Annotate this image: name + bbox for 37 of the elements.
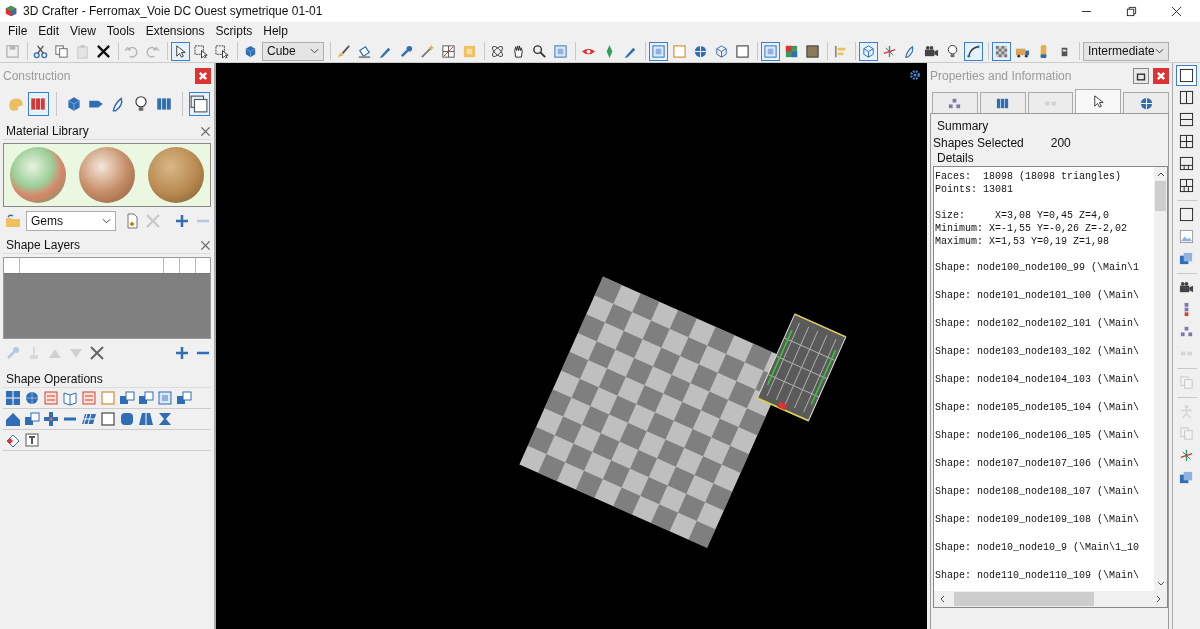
section-title: Material Library bbox=[6, 124, 89, 138]
menu-item[interactable]: Edit bbox=[33, 24, 66, 38]
details-line: Shape: node102_node102_101 (\Main\ bbox=[935, 317, 1140, 330]
details-line: Shape: node108_node108_107 (\Main\ bbox=[935, 485, 1140, 498]
details-line: Shape: node107_node107_106 (\Main\ bbox=[935, 457, 1140, 470]
dropdown[interactable]: Intermediate bbox=[1083, 41, 1169, 61]
window-title: 3D Crafter - Ferromax_Voie DC Ouest symetrique 01-01 bbox=[23, 4, 323, 18]
menu-item[interactable]: View bbox=[65, 24, 102, 38]
details-line: Shape: node104_node104_103 (\Main\ bbox=[935, 373, 1140, 386]
section-title: Summary bbox=[936, 119, 990, 134]
menu-item[interactable]: Scripts bbox=[210, 24, 259, 38]
details-line: Shape: node10_node10_9 (\Main\1_10 bbox=[935, 541, 1140, 554]
details-line: Faces: 18098 (18098 triangles) bbox=[935, 170, 1122, 183]
menu-item[interactable]: Extensions bbox=[140, 24, 211, 38]
category-dropdown[interactable]: Gems bbox=[26, 211, 116, 231]
section-title: Shape Operations bbox=[6, 372, 103, 386]
menu-item[interactable]: Tools bbox=[101, 24, 141, 38]
details-line: Shape: node109_node109_108 (\Main\ bbox=[935, 513, 1140, 526]
section-title: Details bbox=[936, 151, 975, 166]
field-value: 200 bbox=[1050, 135, 1071, 150]
section-title: Shape Layers bbox=[6, 238, 81, 252]
menu-item[interactable]: File bbox=[3, 24, 34, 38]
details-line: Size: X=3,08 Y=0,45 Z=4,0 bbox=[935, 209, 1110, 222]
details-line: Minimum: X=-1,55 Y=-0,26 Z=-2,02 bbox=[935, 222, 1128, 235]
field-label: Shapes Selected bbox=[933, 135, 1024, 150]
details-line: Shape: node106_node106_105 (\Main\ bbox=[935, 429, 1140, 442]
details-line: Shape: node101_node101_100 (\Main\ bbox=[935, 289, 1140, 302]
details-line: Maximum: X=1,53 Y=0,19 Z=1,98 bbox=[935, 235, 1110, 248]
dropdown[interactable]: Cube bbox=[262, 41, 324, 61]
menu-item[interactable]: Help bbox=[258, 24, 294, 38]
details-line: Shape: node100_node100_99 (\Main\1 bbox=[935, 261, 1140, 274]
details-line: Shape: node110_node110_109 (\Main\ bbox=[935, 569, 1140, 582]
details-line: Shape: node103_node103_102 (\Main\ bbox=[935, 345, 1140, 358]
panel-title: Properties and Information bbox=[930, 69, 1073, 83]
details-line: Points: 13081 bbox=[935, 183, 1013, 196]
details-line: Shape: node105_node105_104 (\Main\ bbox=[935, 401, 1140, 414]
panel-title: Construction bbox=[3, 69, 72, 83]
